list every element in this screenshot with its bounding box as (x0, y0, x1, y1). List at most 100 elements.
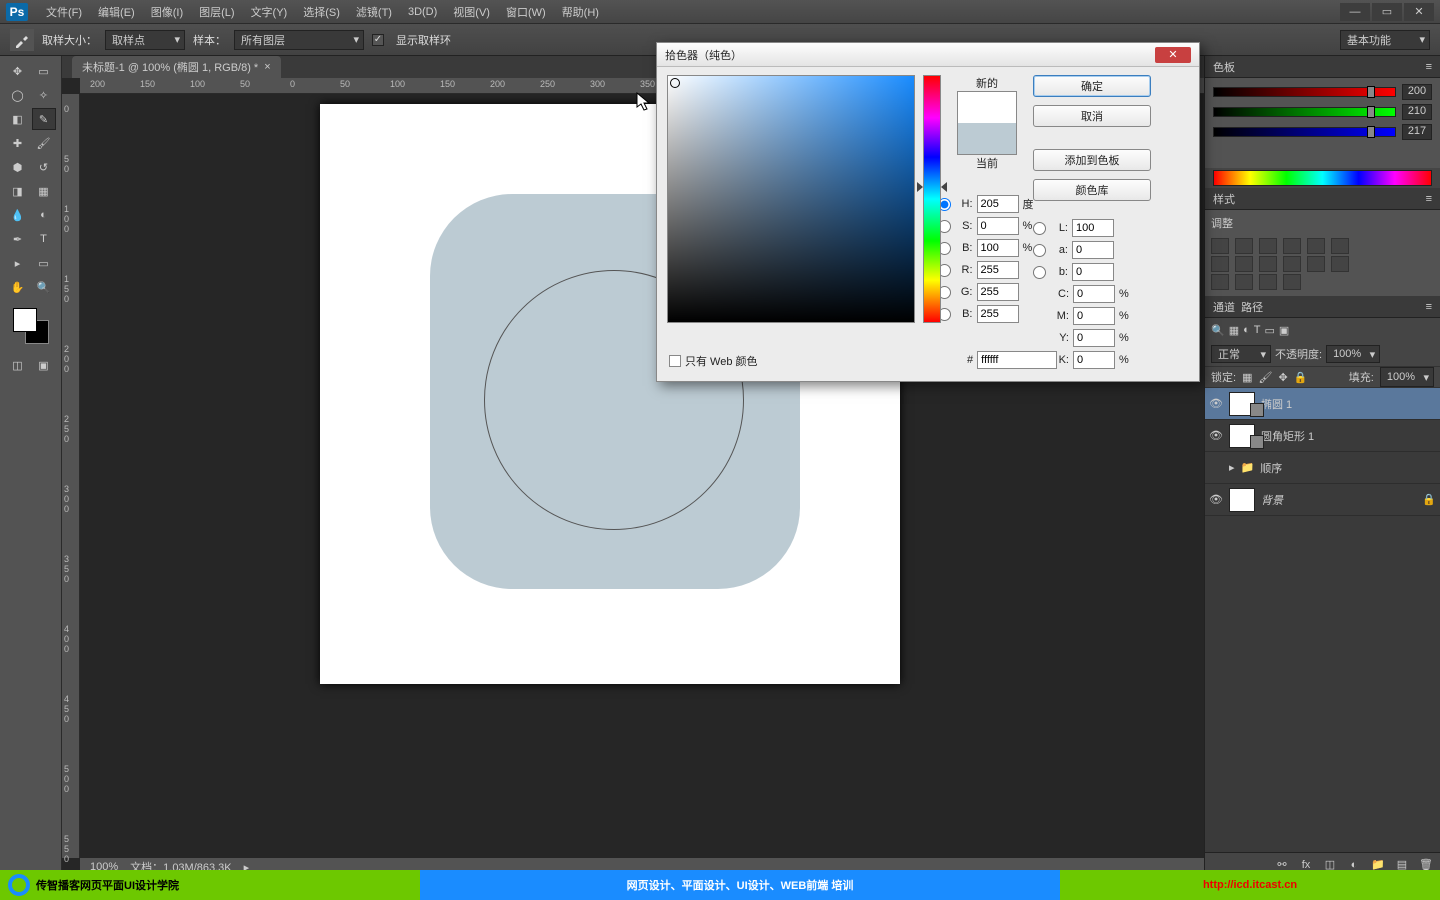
styles-panel-header[interactable]: 样式 ≡ (1205, 188, 1440, 210)
stamp-tool[interactable]: ⬢ (6, 156, 30, 178)
hue-slider[interactable] (923, 75, 941, 323)
history-brush-tool[interactable]: ↺ (32, 156, 56, 178)
g-slider[interactable] (1213, 107, 1396, 117)
visibility-icon[interactable]: 👁 (1209, 397, 1223, 411)
adj-icon[interactable] (1211, 256, 1229, 272)
lock-pixels-icon[interactable]: 🖌 (1258, 371, 1272, 384)
blur-tool[interactable]: 💧 (6, 204, 30, 226)
brush-tool[interactable]: 🖌 (32, 132, 56, 154)
k-input[interactable] (1073, 351, 1115, 369)
gradient-tool[interactable]: ▦ (32, 180, 56, 202)
adj-icon[interactable] (1283, 274, 1301, 290)
lab-b-input[interactable] (1072, 263, 1114, 281)
c-input[interactable] (1073, 285, 1115, 303)
menu-image[interactable]: 图像(I) (143, 1, 191, 23)
document-tab[interactable]: 未标题-1 @ 100% (椭圆 1, RGB/8) * × (72, 56, 281, 78)
layer-name[interactable]: 圆角矩形 1 (1261, 428, 1314, 444)
panel-menu-icon[interactable]: ≡ (1426, 193, 1432, 205)
adj-icon[interactable] (1235, 256, 1253, 272)
color-swatch[interactable] (11, 306, 51, 346)
type-tool[interactable]: T (32, 228, 56, 250)
layer-name[interactable]: 顺序 (1260, 460, 1282, 476)
color-panel-header[interactable]: 色板≡ (1205, 56, 1440, 78)
l-radio[interactable] (1033, 222, 1046, 235)
swatches-tab[interactable]: 色板 (1213, 59, 1235, 75)
layer-name[interactable]: 背景 (1261, 492, 1283, 508)
s-input[interactable] (977, 217, 1019, 235)
paths-tab[interactable]: 路径 (1241, 299, 1263, 315)
menu-file[interactable]: 文件(F) (38, 1, 90, 23)
layer-row[interactable]: 👁 圆角矩形 1 (1205, 420, 1440, 452)
adj-icon[interactable] (1307, 238, 1325, 254)
adjustments-tab[interactable]: 调整 (1211, 215, 1233, 231)
dialog-close-button[interactable]: ✕ (1155, 47, 1191, 63)
foreground-color-swatch[interactable] (13, 308, 37, 332)
color-libraries-button[interactable]: 颜色库 (1033, 179, 1151, 201)
show-sampling-ring-checkbox[interactable] (372, 34, 384, 46)
adj-icon[interactable] (1259, 274, 1277, 290)
adj-icon[interactable] (1235, 274, 1253, 290)
layer-filter-icon[interactable]: 🔍 (1211, 324, 1225, 337)
document-tab-close[interactable]: × (264, 61, 270, 73)
move-tool[interactable]: ✥ (6, 60, 30, 82)
adj-icon[interactable] (1283, 238, 1301, 254)
cancel-button[interactable]: 取消 (1033, 105, 1151, 127)
visibility-icon[interactable]: 👁 (1209, 429, 1223, 443)
channels-tab[interactable]: 通道 (1213, 299, 1235, 315)
lock-position-icon[interactable]: ✥ (1278, 371, 1287, 384)
window-minimize-button[interactable]: — (1340, 3, 1370, 21)
h-input[interactable] (977, 195, 1019, 213)
menu-edit[interactable]: 编辑(E) (90, 1, 143, 23)
a-radio[interactable] (1033, 244, 1046, 257)
hex-input[interactable] (977, 351, 1057, 369)
g-value[interactable]: 210 (1402, 104, 1432, 120)
marquee-tool[interactable]: ▭ (32, 60, 56, 82)
lock-all-icon[interactable]: 🔒 (1294, 371, 1308, 384)
current-color-swatch[interactable] (958, 123, 1016, 154)
group-arrow-icon[interactable]: ▸ (1229, 461, 1235, 474)
g-input[interactable] (977, 283, 1019, 301)
layer-name[interactable]: 椭圆 1 (1261, 396, 1292, 412)
dialog-title-bar[interactable]: 拾色器（纯色） ✕ (657, 43, 1199, 67)
eyedropper-tool[interactable]: ✎ (32, 108, 56, 130)
zoom-tool[interactable]: 🔍 (32, 276, 56, 298)
add-to-swatches-button[interactable]: 添加到色板 (1033, 149, 1151, 171)
pen-tool[interactable]: ✒ (6, 228, 30, 250)
web-only-checkbox[interactable] (669, 355, 681, 367)
styles-tab[interactable]: 样式 (1213, 191, 1235, 207)
menu-layer[interactable]: 图层(L) (191, 1, 242, 23)
blend-mode-dropdown[interactable]: 正常 (1211, 345, 1271, 363)
b-value[interactable]: 217 (1402, 124, 1432, 140)
layer-thumbnail[interactable] (1229, 488, 1255, 512)
menu-type[interactable]: 文字(Y) (243, 1, 296, 23)
color-picker-dialog[interactable]: 拾色器（纯色） ✕ 新的 当前 H:度 S:% B:% R: G: B: 确定 (656, 42, 1200, 382)
m-input[interactable] (1073, 307, 1115, 325)
lasso-tool[interactable]: ◯ (6, 84, 30, 106)
visibility-icon[interactable]: 👁 (1209, 493, 1223, 507)
eraser-tool[interactable]: ◨ (6, 180, 30, 202)
filter-pixel-icon[interactable]: ▦ (1229, 324, 1239, 337)
sample-size-dropdown[interactable]: 取样点 (105, 30, 185, 50)
a-input[interactable] (1072, 241, 1114, 259)
b-slider[interactable] (1213, 127, 1396, 137)
layer-row[interactable]: 👁 背景 🔒 (1205, 484, 1440, 516)
saturation-brightness-field[interactable] (667, 75, 915, 323)
r-input[interactable] (977, 261, 1019, 279)
shape-tool[interactable]: ▭ (32, 252, 56, 274)
visibility-icon[interactable] (1209, 461, 1223, 475)
filter-type-icon[interactable]: T (1254, 324, 1261, 336)
color-spectrum[interactable] (1213, 170, 1432, 186)
quickmask-tool[interactable]: ◫ (6, 354, 30, 376)
menu-select[interactable]: 选择(S) (295, 1, 348, 23)
crop-tool[interactable]: ◧ (6, 108, 30, 130)
ruler-vertical[interactable]: 0 50 100 150 200 250 300 350 400 450 500… (62, 94, 80, 858)
menu-help[interactable]: 帮助(H) (554, 1, 607, 23)
ok-button[interactable]: 确定 (1033, 75, 1151, 97)
magic-wand-tool[interactable]: ✧ (32, 84, 56, 106)
workspace-dropdown[interactable]: 基本功能 (1340, 30, 1430, 50)
hand-tool[interactable]: ✋ (6, 276, 30, 298)
l-input[interactable] (1072, 219, 1114, 237)
adj-icon[interactable] (1259, 238, 1277, 254)
filter-smart-icon[interactable]: ▣ (1279, 324, 1289, 337)
adj-icon[interactable] (1331, 256, 1349, 272)
